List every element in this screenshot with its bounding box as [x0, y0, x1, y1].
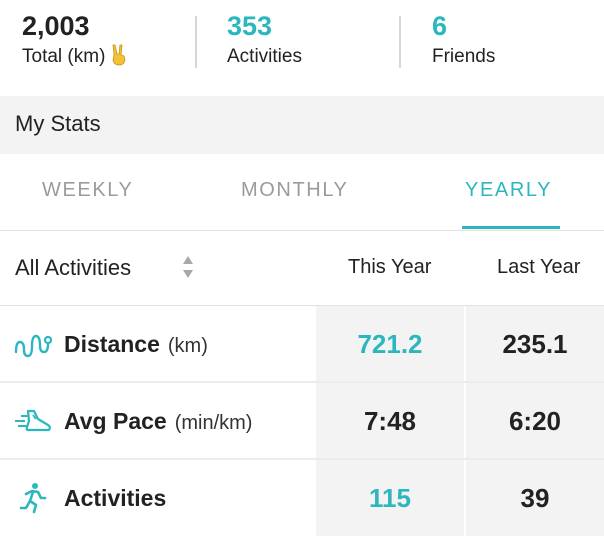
my-stats-header: My Stats — [0, 96, 604, 154]
last-year-value: 235.1 — [502, 329, 568, 359]
table-row-avg-pace: Avg Pace (min/km) 7:48 6:20 — [0, 383, 604, 459]
summary-divider — [399, 16, 401, 68]
friends-stat[interactable]: 6 Friends — [432, 10, 495, 70]
activities-count-label: Activities — [227, 46, 302, 67]
profile-summary: 2,003 Total (km) 353 Activities 6 Friend… — [0, 0, 604, 96]
row-unit: (min/km) — [174, 412, 253, 434]
this-year-value: 721.2 — [357, 329, 423, 359]
last-year-value: 6:20 — [508, 406, 562, 436]
activity-filter-dropdown[interactable]: All Activities — [15, 253, 131, 283]
victory-hand-icon — [111, 44, 127, 70]
route-icon — [14, 334, 52, 358]
this-year-value: 7:48 — [363, 406, 417, 436]
column-header-last-year: Last Year — [497, 256, 581, 278]
tab-weekly[interactable]: WEEKLY — [42, 176, 133, 204]
activities-count-value: 353 — [227, 11, 273, 41]
tab-yearly[interactable]: YEARLY — [465, 176, 552, 204]
summary-divider — [195, 16, 197, 68]
friends-count-value: 6 — [432, 11, 448, 41]
row-label: Avg Pace — [64, 408, 167, 434]
active-tab-indicator — [462, 226, 560, 229]
row-label: Activities — [64, 485, 167, 511]
this-year-value: 115 — [369, 483, 411, 513]
table-row-distance: Distance (km) 721.2 235.1 — [0, 306, 604, 382]
last-year-value: 39 — [520, 483, 550, 513]
activities-stat[interactable]: 353 Activities — [227, 10, 302, 70]
period-tabs: WEEKLY MONTHLY YEARLY — [0, 154, 604, 230]
row-label: Distance — [64, 331, 160, 357]
column-header-this-year: This Year — [348, 256, 432, 278]
row-unit: (km) — [167, 335, 208, 357]
total-distance-label: Total (km) — [22, 46, 106, 67]
tab-monthly[interactable]: MONTHLY — [241, 176, 349, 204]
runner-icon — [19, 483, 47, 514]
table-row-activities: Activities 115 39 — [0, 460, 604, 536]
total-distance-stat[interactable]: 2,003 Total (km) — [22, 10, 127, 70]
shoe-speed-icon — [15, 409, 51, 432]
sort-arrows-icon[interactable] — [181, 254, 195, 280]
total-distance-value: 2,003 — [22, 11, 90, 41]
friends-count-label: Friends — [432, 46, 496, 67]
section-title: My Stats — [15, 111, 101, 136]
